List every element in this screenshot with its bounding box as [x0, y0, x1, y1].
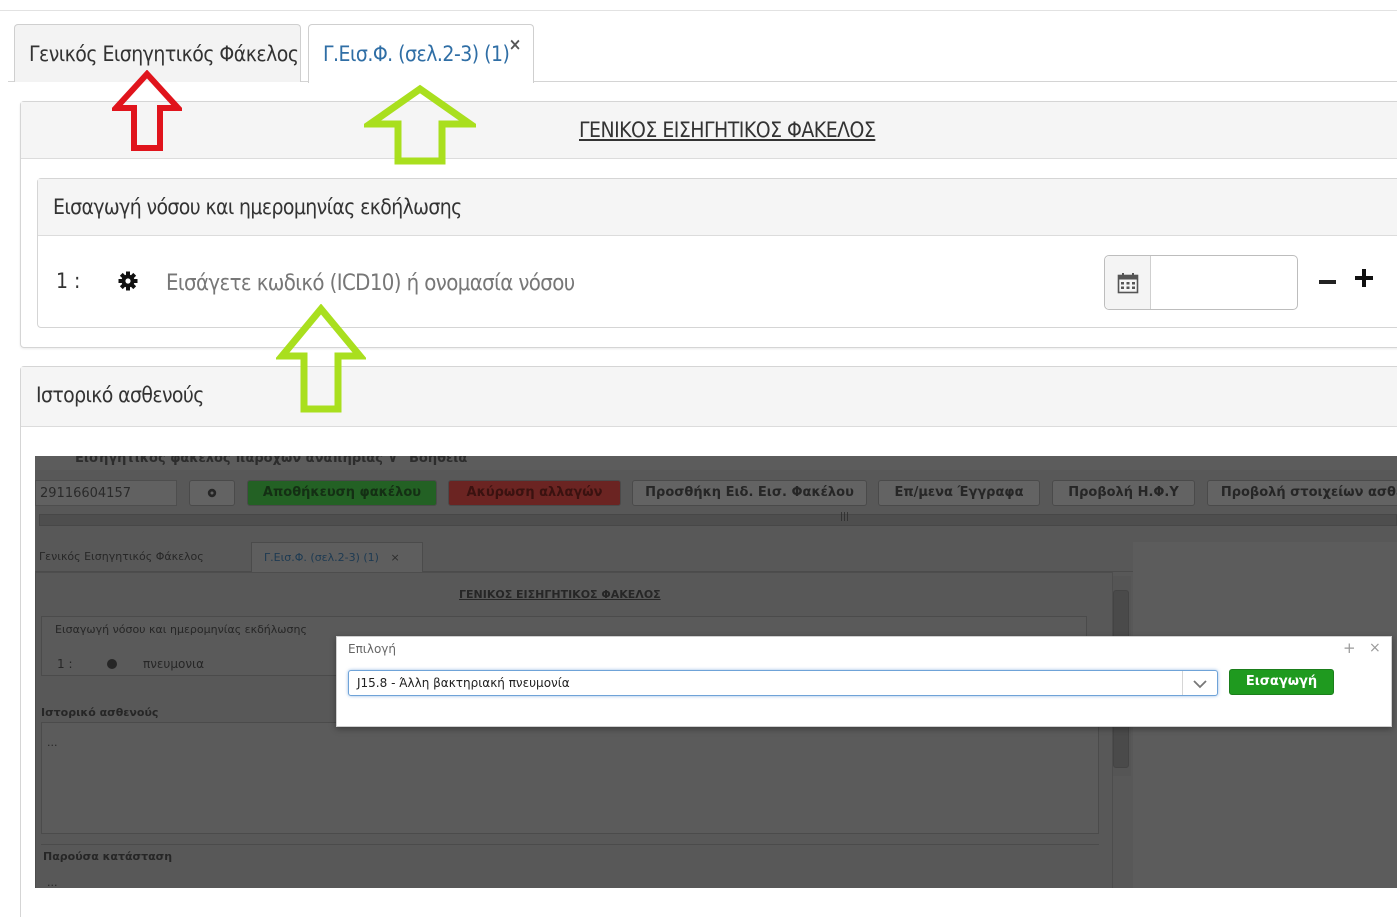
section-title: Εισαγωγή νόσου και ημερομηνίας εκδήλωσης: [53, 195, 462, 219]
insert-button[interactable]: Εισαγωγή: [1229, 669, 1334, 695]
red-arrow-icon: [112, 70, 182, 151]
horizontal-scrollbar[interactable]: |||: [39, 512, 1397, 526]
tab-bar: Γενικός Εισηγητικός Φάκελος Γ.Εισ.Φ. (σε…: [35, 542, 1133, 572]
tab-close-icon[interactable]: ×: [390, 551, 399, 564]
history-textarea[interactable]: [41, 722, 1099, 834]
history-title: Ιστορικό ασθενούς: [41, 706, 159, 719]
tab-page-2-3[interactable]: Γ.Εισ.Φ. (σελ.2-3) (1) ×: [251, 542, 423, 572]
page-title: ΓΕΝΙΚΟΣ ΕΙΣΗΓΗΤΙΚΟΣ ΦΑΚΕΛΟΣ: [579, 118, 876, 142]
scroll-grip: |||: [840, 512, 850, 522]
panel-header: Ιστορικό ασθενούς: [21, 367, 1397, 427]
diagnosis-select[interactable]: J15.8 - Άλλη βακτηριακή πνευμονία: [348, 670, 1218, 696]
panel-header: ΓΕΝΙΚΟΣ ΕΙΣΗΓΗΤΙΚΟΣ ΦΑΚΕΛΟΣ: [21, 102, 1397, 159]
save-folder-button[interactable]: Αποθήκευση φακέλου: [247, 480, 437, 506]
current-state-placeholder: ...: [47, 876, 58, 888]
page-title: ΓΕΝΙΚΟΣ ΕΙΣΗΓΗΤΙΚΟΣ ΦΑΚΕΛΟΣ: [459, 588, 661, 601]
green-arrow-icon: [364, 84, 476, 165]
selected-diagnosis: J15.8 - Άλλη βακτηριακή πνευμονία: [357, 676, 570, 690]
gear-icon[interactable]: [118, 271, 138, 291]
menu-item-folder[interactable]: Εισηγητικός φάκελος παροχών αναπηρίας ∨: [75, 456, 398, 466]
menu-item-help[interactable]: Βοήθεια: [409, 456, 467, 466]
tab-label: Γενικός Εισηγητικός Φάκελος: [29, 41, 299, 66]
maximize-icon[interactable]: +: [1343, 639, 1356, 657]
add-row-button[interactable]: [1355, 267, 1377, 289]
patient-id-field[interactable]: 29116604157: [35, 480, 177, 506]
date-field[interactable]: [1104, 255, 1298, 310]
dialog-title: Επιλογή: [348, 642, 397, 656]
disease-entry-section: Εισαγωγή νόσου και ημερομηνίας εκδήλωσης…: [37, 178, 1397, 328]
tab-close-icon[interactable]: ×: [509, 35, 522, 55]
history-title: Ιστορικό ασθενούς: [36, 383, 204, 407]
disease-value[interactable]: πνευμονια: [143, 657, 204, 671]
tab-general-folder[interactable]: Γενικός Εισηγητικός Φάκελος: [35, 542, 204, 572]
tab-label: Γ.Εισ.Φ. (σελ.2-3) (1): [264, 551, 379, 564]
embedded-screenshot: Εισηγητικός φάκελος παροχών αναπηρίας ∨ …: [35, 456, 1397, 888]
toolbar: 29116604157 Αποθήκευση φακέλου Ακύρωση α…: [35, 480, 1397, 508]
tab-bar: Γενικός Εισηγητικός Φάκελος Γ.Εισ.Φ. (σε…: [8, 20, 1397, 83]
section-header: Εισαγωγή νόσου και ημερομηνίας εκδήλωσης: [38, 179, 1397, 236]
close-icon[interactable]: ×: [1369, 640, 1381, 656]
select-divider: [1182, 671, 1183, 695]
general-folder-panel: ΓΕΝΙΚΟΣ ΕΙΣΗΓΗΤΙΚΟΣ ΦΑΚΕΛΟΣ Εισαγωγή νόσ…: [20, 101, 1397, 348]
selection-dialog: Επιλογή + × J15.8 - Άλλη βακτηριακή πνευ…: [336, 636, 1392, 727]
gear-icon: [207, 488, 217, 498]
tab-page-2-3[interactable]: Γ.Εισ.Φ. (σελ.2-3) (1) ×: [308, 24, 534, 83]
history-placeholder: ...: [47, 736, 58, 749]
chevron-down-icon[interactable]: [1192, 679, 1208, 689]
row-number: 1 :: [57, 657, 73, 671]
view-health-record-button[interactable]: Προβολή Η.Φ.Υ: [1052, 480, 1195, 506]
date-input[interactable]: [1153, 260, 1293, 305]
green-arrow-icon: [276, 304, 366, 413]
remove-row-button[interactable]: [1319, 280, 1336, 284]
disease-search-input[interactable]: [166, 263, 1066, 303]
top-divider: [0, 10, 1397, 11]
settings-button[interactable]: [189, 480, 235, 506]
add-special-folder-button[interactable]: Προσθήκη Ειδ. Εισ. Φακέλου: [632, 480, 867, 506]
view-patient-details-button[interactable]: Προβολή στοιχείων ασθε: [1207, 480, 1397, 506]
attached-documents-button[interactable]: Επ/μενα Έγγραφα: [878, 480, 1040, 506]
row-number: 1 :: [56, 269, 81, 293]
calendar-icon[interactable]: [1105, 256, 1151, 309]
current-state-section: [41, 844, 1099, 874]
tab-label: Γ.Εισ.Φ. (σελ.2-3) (1): [323, 42, 510, 66]
current-state-title: Παρούσα κατάσταση: [43, 850, 173, 863]
gear-icon[interactable]: [107, 659, 117, 669]
section-title: Εισαγωγή νόσου και ημερομηνίας εκδήλωσης: [55, 623, 307, 636]
cancel-changes-button[interactable]: Ακύρωση αλλαγών: [448, 480, 621, 506]
